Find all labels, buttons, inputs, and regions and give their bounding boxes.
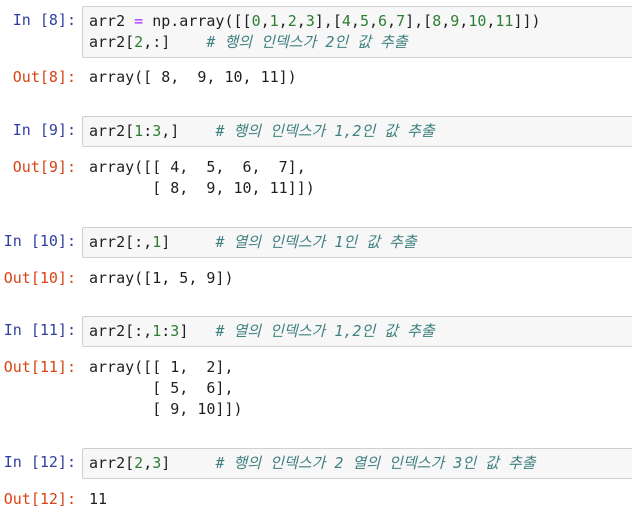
number-token: 1 (134, 122, 144, 140)
output-prompt: Out[12]: (3, 490, 76, 508)
code-input[interactable]: arr2 = np.array([[0,1,2,3],[4,5,6,7],[8,… (82, 6, 632, 58)
output-line: array([[ 1, 2], (89, 358, 234, 376)
comment-token: # 행의 인덱스가 2인 값 추출 (206, 33, 408, 51)
number-token: 6 (378, 12, 388, 30)
code-token: : (143, 122, 153, 140)
number-token: 8 (432, 12, 442, 30)
input-prompt: In [10]: (3, 232, 76, 250)
code-token: ,] (161, 122, 216, 140)
code-token: arr2[:, (89, 233, 153, 251)
code-line: arr2 = np.array([[0,1,2,3],[4,5,6,7],[8,… (89, 11, 632, 32)
input-prompt: In [9]: (12, 121, 76, 139)
operator-token: = (134, 12, 144, 30)
number-token: 7 (396, 12, 406, 30)
cell-output: array([[ 4, 5, 6, 7], [ 8, 9, 10, 11]]) (89, 157, 629, 199)
cell-output: 11 (89, 489, 629, 510)
code-token: ] (161, 233, 216, 251)
code-token: ]]) (513, 12, 541, 30)
code-line: arr2[1:3,] # 행의 인덱스가 1,2인 값 추출 (89, 121, 632, 142)
output-line: [ 8, 9, 10, 11]]) (89, 179, 315, 197)
code-input[interactable]: arr2[:,1] # 열의 인덱스가 1인 값 추출 (82, 227, 632, 258)
output-prompt: Out[8]: (12, 68, 76, 86)
code-line: arr2[:,1] # 열의 인덱스가 1인 값 추출 (89, 232, 632, 253)
code-input[interactable]: arr2[1:3,] # 행의 인덱스가 1,2인 값 추출 (82, 116, 632, 147)
number-token: 3 (152, 122, 162, 140)
comment-token: # 열의 인덱스가 1,2인 값 추출 (215, 322, 435, 340)
number-token: 1 (269, 12, 279, 30)
code-token: , (459, 12, 469, 30)
code-token: , (143, 454, 153, 472)
number-token: 5 (359, 12, 369, 30)
code-token: arr2 (89, 12, 135, 30)
code-token: ],[ (314, 12, 342, 30)
number-token: 10 (468, 12, 487, 30)
input-prompt: In [12]: (3, 453, 76, 471)
number-token: 0 (251, 12, 261, 30)
number-token: 2 (134, 33, 144, 51)
output-prompt: Out[11]: (3, 358, 76, 376)
code-token: : (161, 322, 171, 340)
code-token: arr2[ (89, 454, 135, 472)
number-token: 2 (134, 454, 144, 472)
code-input[interactable]: arr2[:,1:3] # 열의 인덱스가 1,2인 값 추출 (82, 316, 632, 347)
code-token: , (350, 12, 360, 30)
comment-token: # 행의 인덱스가 2 열의 인덱스가 3인 값 추출 (215, 454, 536, 472)
output-line: 11 (89, 490, 108, 508)
cell-output: array([ 8, 9, 10, 11]) (89, 67, 629, 88)
code-line: arr2[2,3] # 행의 인덱스가 2 열의 인덱스가 3인 값 추출 (89, 453, 632, 474)
code-token: , (278, 12, 288, 30)
output-line: array([1, 5, 9]) (89, 269, 234, 287)
code-token: ] (179, 322, 216, 340)
comment-token: # 열의 인덱스가 1인 값 추출 (215, 233, 417, 251)
cell-output: array([1, 5, 9]) (89, 268, 629, 289)
code-token: , (260, 12, 270, 30)
code-input[interactable]: arr2[2,3] # 행의 인덱스가 2 열의 인덱스가 3인 값 추출 (82, 448, 632, 479)
number-token: 9 (450, 12, 460, 30)
number-token: 11 (495, 12, 514, 30)
code-token: arr2[:, (89, 322, 153, 340)
output-prompt: Out[10]: (3, 269, 76, 287)
code-token: ,:] (143, 33, 207, 51)
code-token: , (387, 12, 397, 30)
code-token: , (296, 12, 306, 30)
comment-token: # 행의 인덱스가 1,2인 값 추출 (215, 122, 435, 140)
number-token: 3 (152, 454, 162, 472)
output-line: [ 9, 10]]) (89, 400, 243, 418)
code-token: , (368, 12, 378, 30)
number-token: 1 (152, 322, 162, 340)
code-token: np.array([[ (143, 12, 252, 30)
code-line: arr2[:,1:3] # 열의 인덱스가 1,2인 값 추출 (89, 321, 632, 342)
output-prompt: Out[9]: (12, 158, 76, 176)
code-token: , (441, 12, 451, 30)
number-token: 1 (152, 233, 162, 251)
number-token: 4 (341, 12, 351, 30)
notebook: In [8]: arr2 = np.array([[0,1,2,3],[4,5,… (0, 0, 632, 515)
code-token: ] (161, 454, 216, 472)
number-token: 3 (305, 12, 315, 30)
cell-output: array([[ 1, 2], [ 5, 6], [ 9, 10]]) (89, 357, 629, 420)
number-token: 2 (287, 12, 297, 30)
code-token: arr2[ (89, 122, 135, 140)
output-line: array([ 8, 9, 10, 11]) (89, 68, 297, 86)
output-line: array([[ 4, 5, 6, 7], (89, 158, 306, 176)
code-token: arr2[ (89, 33, 135, 51)
input-prompt: In [8]: (12, 11, 76, 29)
input-prompt: In [11]: (3, 321, 76, 339)
code-line: arr2[2,:] # 행의 인덱스가 2인 값 추출 (89, 32, 632, 53)
code-token: ],[ (405, 12, 433, 30)
output-line: [ 5, 6], (89, 379, 234, 397)
number-token: 3 (170, 322, 180, 340)
